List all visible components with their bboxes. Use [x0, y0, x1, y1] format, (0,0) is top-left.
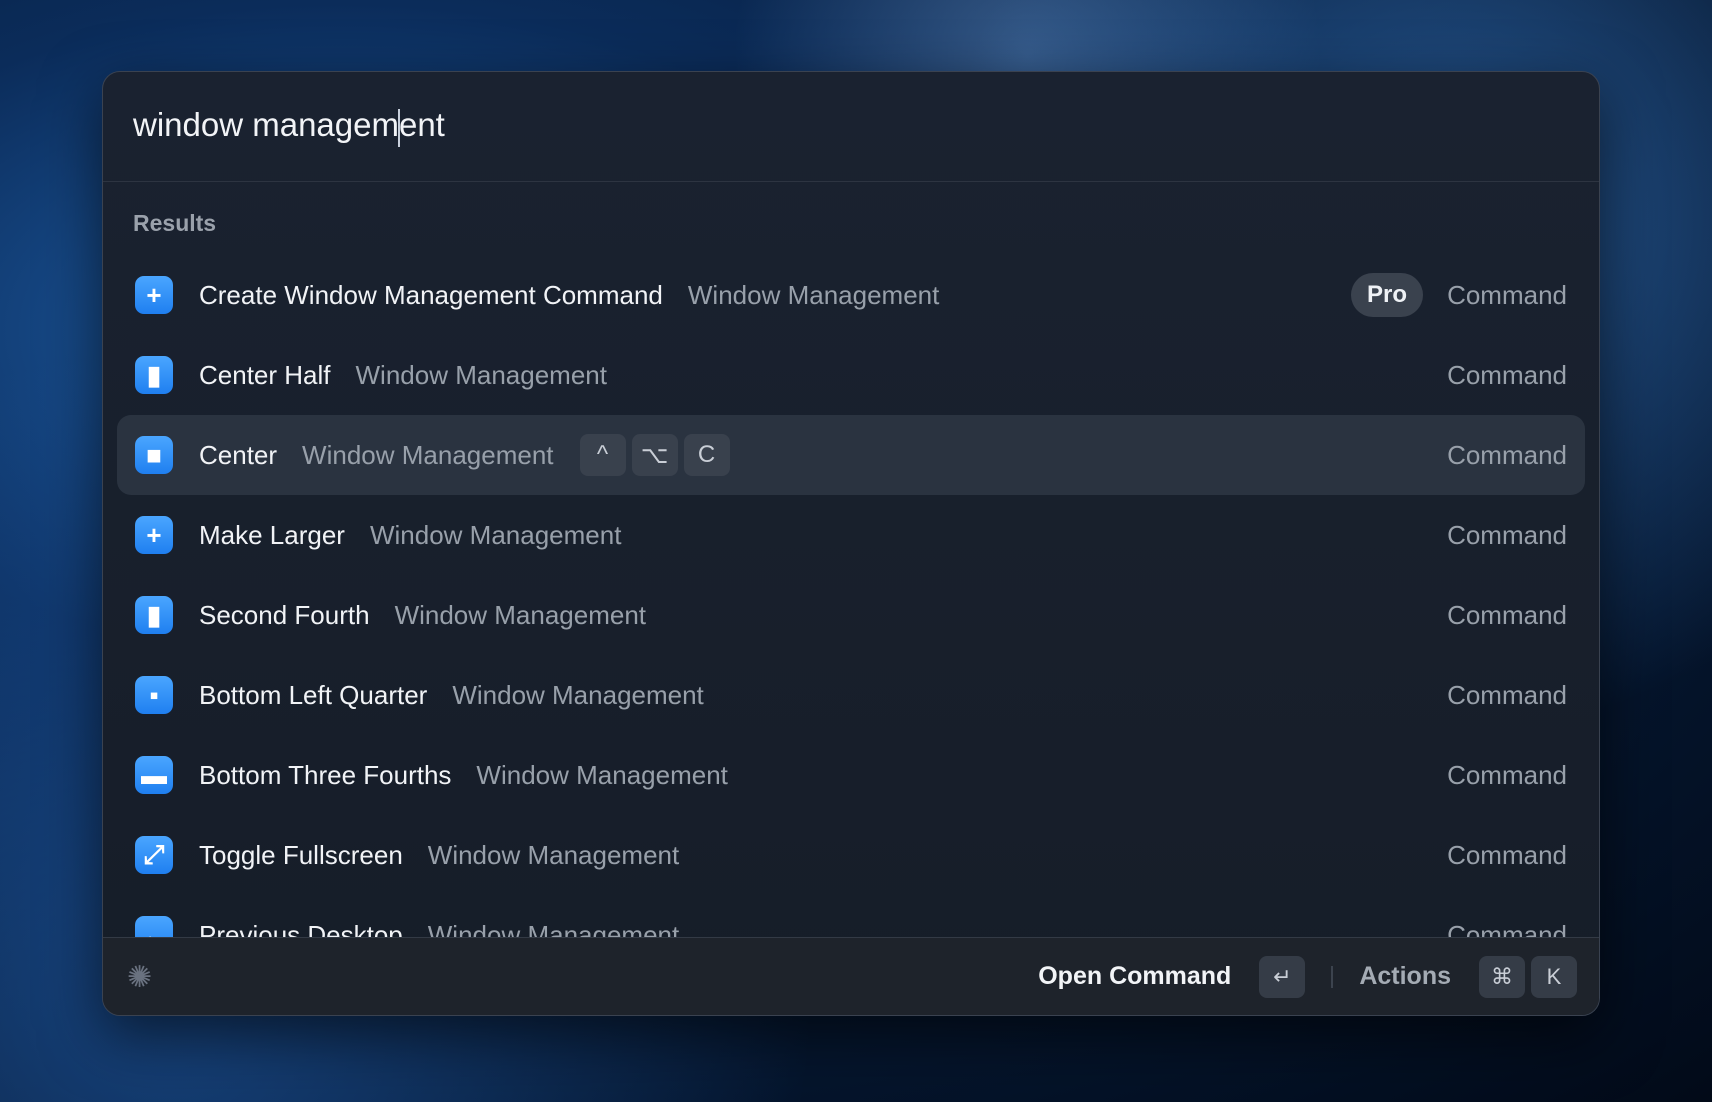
result-subtitle: Window Management	[452, 679, 704, 710]
search-bar[interactable]: window management	[103, 72, 1599, 182]
result-title: Make Larger	[199, 519, 345, 550]
result-accessories: Command	[1447, 600, 1567, 631]
k-key-hint: K	[1531, 955, 1577, 998]
cmd-key-hint: ⌘	[1479, 955, 1525, 998]
dashed-plus-icon: +	[135, 276, 173, 314]
result-row[interactable]: ⤢ Toggle Fullscreen Window Management Com…	[117, 815, 1585, 895]
result-row[interactable]: + Create Window Management Command Windo…	[117, 262, 1585, 335]
result-subtitle: Window Management	[427, 839, 680, 870]
result-type: Command	[1447, 679, 1567, 710]
result-accessories: Command	[1447, 360, 1567, 391]
result-subtitle: Window Management	[369, 519, 622, 550]
result-subtitle: Window Management	[394, 599, 647, 630]
result-type: Command	[1447, 359, 1567, 390]
plus-icon: +	[135, 516, 173, 554]
result-row[interactable]: ▪ Bottom Left Quarter Window Management C…	[117, 655, 1585, 735]
result-subtitle: Window Management	[476, 759, 728, 790]
shortcut-key: C	[683, 434, 730, 476]
search-text-before: window managem	[133, 106, 399, 144]
result-title: Center	[199, 439, 278, 470]
result-row[interactable]: ▬ Bottom Three Fourths Window Management…	[117, 735, 1585, 815]
result-subtitle: Window Management	[302, 439, 554, 470]
footer-bar: ✺ Open Command ↵ Actions ⌘ K	[103, 937, 1599, 1015]
open-command-button[interactable]: Open Command	[1038, 962, 1231, 991]
shortcut-key: ⌥	[631, 434, 678, 476]
result-subtitle: Window Management	[355, 359, 607, 390]
search-input[interactable]: window management	[133, 106, 445, 147]
result-accessories: Pro Command	[1351, 273, 1567, 317]
app-logo-icon[interactable]: ✺	[127, 960, 152, 995]
result-title: Center Half	[199, 359, 331, 390]
bottom-left-quarter-icon: ▪	[135, 676, 173, 714]
result-type: Command	[1447, 439, 1567, 470]
result-accessories: Command	[1447, 520, 1567, 551]
shortcut-keys: ^ ⌥ C	[574, 434, 730, 476]
result-row[interactable]: ■ Center Window Management ^ ⌥ C Command	[117, 415, 1585, 495]
result-type: Command	[1447, 599, 1567, 630]
search-text-after: ent	[398, 106, 445, 144]
second-fourth-icon: ▮	[135, 596, 173, 634]
launcher-window: window management Results + Create Windo…	[102, 71, 1600, 1016]
result-row[interactable]: ▮ Center Half Window Management Command	[117, 335, 1585, 415]
result-row[interactable]: ▮ Second Fourth Window Management Command	[117, 575, 1585, 655]
pro-badge: Pro	[1351, 273, 1424, 317]
shortcut-key: ^	[579, 434, 626, 476]
footer-divider	[1331, 965, 1334, 988]
enter-key-hint: ↵	[1259, 955, 1306, 998]
result-accessories: Command	[1447, 680, 1567, 711]
bottom-three-fourths-icon: ▬	[135, 756, 173, 794]
result-accessories: Command	[1447, 840, 1567, 871]
result-type: Command	[1447, 759, 1567, 790]
result-accessories: Command	[1447, 440, 1567, 471]
actions-button[interactable]: Actions	[1359, 962, 1451, 991]
results-section-label: Results	[133, 210, 217, 236]
result-title: Second Fourth	[199, 599, 370, 630]
result-type: Command	[1447, 839, 1567, 870]
result-row[interactable]: + Make Larger Window Management Command	[117, 495, 1585, 575]
center-half-icon: ▮	[135, 356, 173, 394]
result-subtitle: Window Management	[687, 279, 940, 310]
fullscreen-icon: ⤢	[135, 836, 173, 874]
center-icon: ■	[135, 436, 173, 474]
result-type: Command	[1447, 519, 1567, 550]
results-list: + Create Window Management Command Windo…	[103, 262, 1599, 1015]
result-accessories: Command	[1447, 760, 1567, 791]
result-title: Bottom Left Quarter	[199, 679, 428, 710]
result-title: Toggle Fullscreen	[199, 839, 403, 870]
result-title: Create Window Management Command	[199, 279, 663, 310]
result-title: Bottom Three Fourths	[199, 759, 452, 790]
result-type: Command	[1447, 279, 1567, 310]
